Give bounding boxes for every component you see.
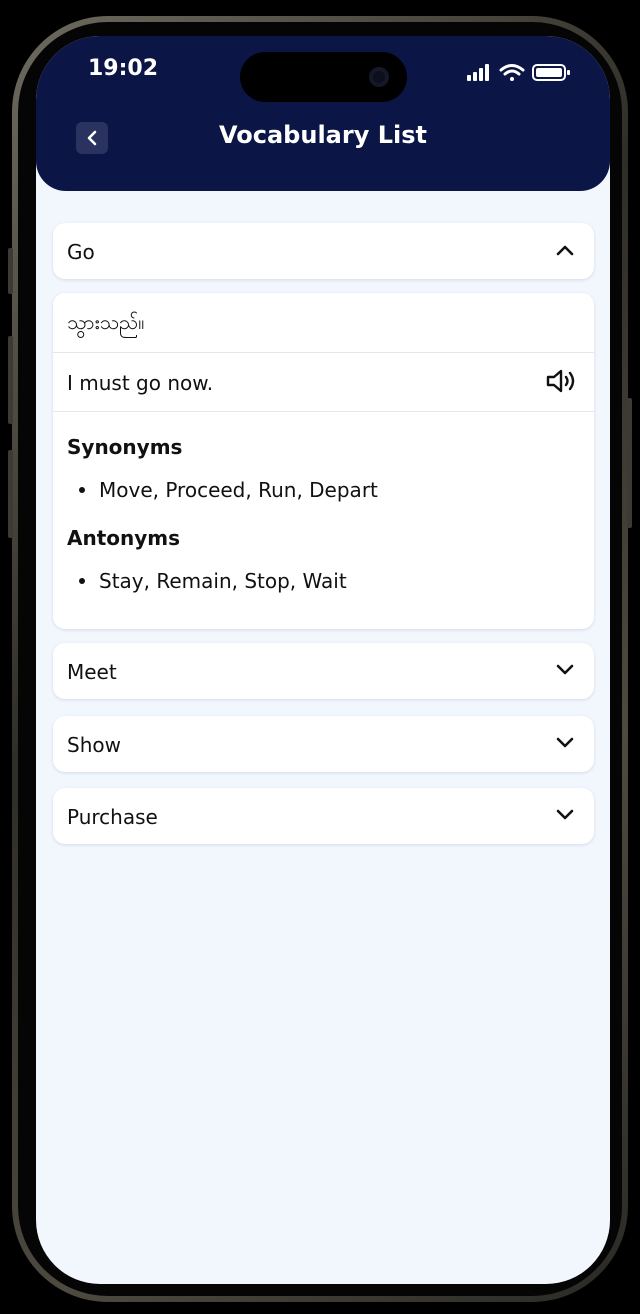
divider bbox=[53, 411, 594, 412]
page-title: Vocabulary List bbox=[219, 121, 427, 149]
synonyms-list: Move, Proceed, Run, Depart bbox=[79, 478, 378, 502]
vocab-item-meet[interactable]: Meet bbox=[53, 643, 594, 699]
vocab-word: Show bbox=[67, 733, 121, 757]
chevron-up-icon[interactable] bbox=[556, 243, 574, 257]
camera-icon bbox=[369, 67, 389, 87]
synonyms-heading: Synonyms bbox=[67, 435, 183, 459]
bullet-dot bbox=[79, 577, 85, 584]
signal-icon bbox=[467, 64, 489, 81]
vocab-details: သွားသည်။ I must go now. Synonyms Move, P… bbox=[53, 293, 594, 629]
example-sentence: I must go now. bbox=[67, 371, 214, 395]
vocab-item-show[interactable]: Show bbox=[53, 716, 594, 772]
chevron-down-icon[interactable] bbox=[556, 736, 574, 750]
speaker-icon[interactable] bbox=[546, 369, 578, 393]
volume-up-button bbox=[8, 336, 13, 424]
antonyms-heading: Antonyms bbox=[67, 526, 181, 550]
status-time: 19:02 bbox=[88, 56, 159, 81]
app-header: 19:02 Vocabulary List bbox=[36, 36, 610, 191]
dynamic-island bbox=[240, 52, 407, 102]
vocab-word: Meet bbox=[67, 660, 117, 684]
vocab-word: Go bbox=[67, 240, 95, 264]
wifi-icon bbox=[499, 64, 525, 81]
vocab-item-go[interactable]: Go bbox=[53, 223, 594, 279]
bullet-dot bbox=[79, 486, 85, 493]
antonyms-list: Stay, Remain, Stop, Wait bbox=[79, 569, 347, 593]
synonyms-text: Move, Proceed, Run, Depart bbox=[99, 478, 378, 502]
status-icons bbox=[467, 64, 570, 81]
app-screen: 19:02 Vocabulary List Go သွားသည်။ I must… bbox=[36, 36, 610, 1284]
power-button bbox=[627, 398, 632, 528]
battery-icon bbox=[532, 64, 570, 81]
antonyms-text: Stay, Remain, Stop, Wait bbox=[99, 569, 347, 593]
chevron-down-icon[interactable] bbox=[556, 808, 574, 822]
volume-down-button bbox=[8, 450, 13, 538]
translation-text: သွားသည်။ bbox=[67, 310, 145, 334]
vocab-word: Purchase bbox=[67, 805, 158, 829]
vocab-item-purchase[interactable]: Purchase bbox=[53, 788, 594, 844]
divider bbox=[53, 352, 594, 353]
chevron-down-icon[interactable] bbox=[556, 663, 574, 677]
action-button bbox=[8, 248, 13, 294]
